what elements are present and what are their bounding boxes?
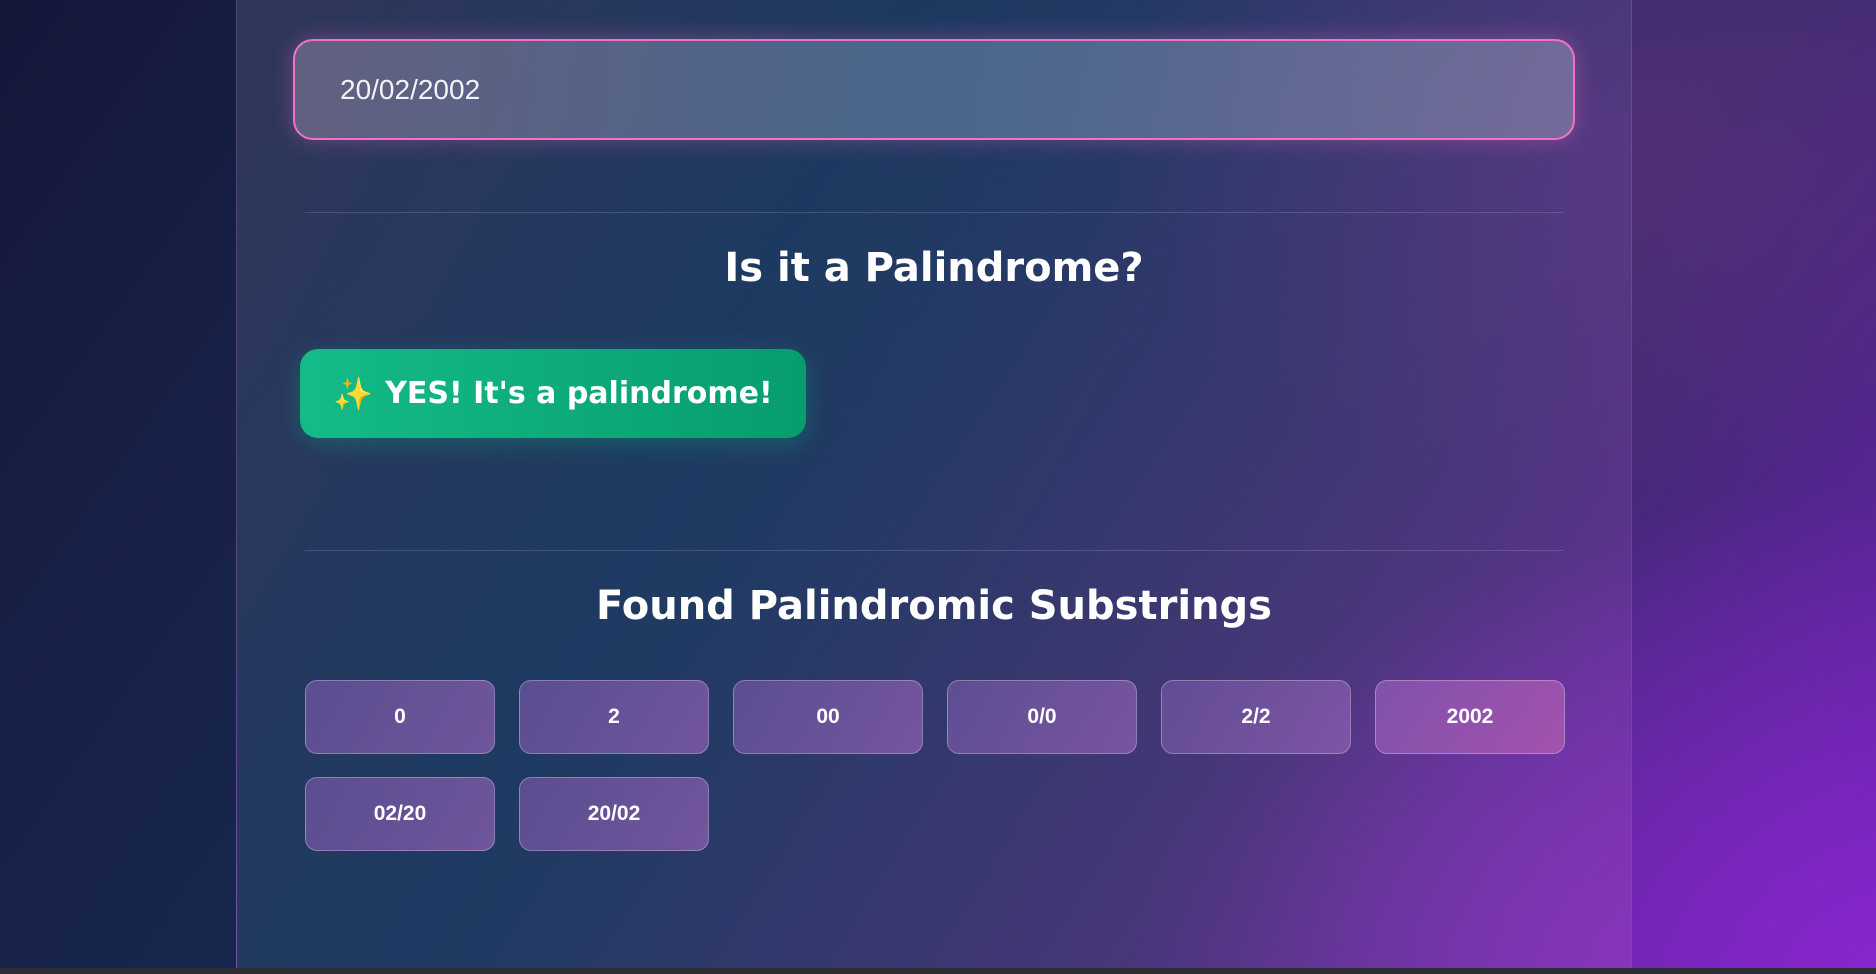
substring-chip[interactable]: 00 <box>733 680 923 754</box>
palindrome-result-text: YES! It's a palindrome! <box>385 376 773 411</box>
substrings-title: Found Palindromic Substrings <box>596 583 1272 629</box>
substring-chip[interactable]: 0/0 <box>947 680 1137 754</box>
date-input[interactable] <box>293 39 1575 140</box>
section-divider <box>305 212 1563 213</box>
sparkle-icon: ✨ <box>333 374 374 413</box>
substring-chip[interactable]: 2/2 <box>1161 680 1351 754</box>
substring-chip[interactable]: 2002 <box>1375 680 1565 754</box>
substring-list: 0 2 00 0/0 2/2 2002 02/20 20/02 <box>305 680 1565 851</box>
substring-chip[interactable]: 02/20 <box>305 777 495 851</box>
substring-chip[interactable]: 20/02 <box>519 777 709 851</box>
substring-chip[interactable]: 2 <box>519 680 709 754</box>
section-divider <box>305 550 1563 551</box>
substring-chip[interactable]: 0 <box>305 680 495 754</box>
palindrome-check-title: Is it a Palindrome? <box>724 245 1144 291</box>
main-card: Is it a Palindrome? ✨ YES! It's a palind… <box>236 0 1632 968</box>
palindrome-result-badge: ✨ YES! It's a palindrome! <box>300 349 806 438</box>
window-bottom-edge <box>0 968 1876 974</box>
